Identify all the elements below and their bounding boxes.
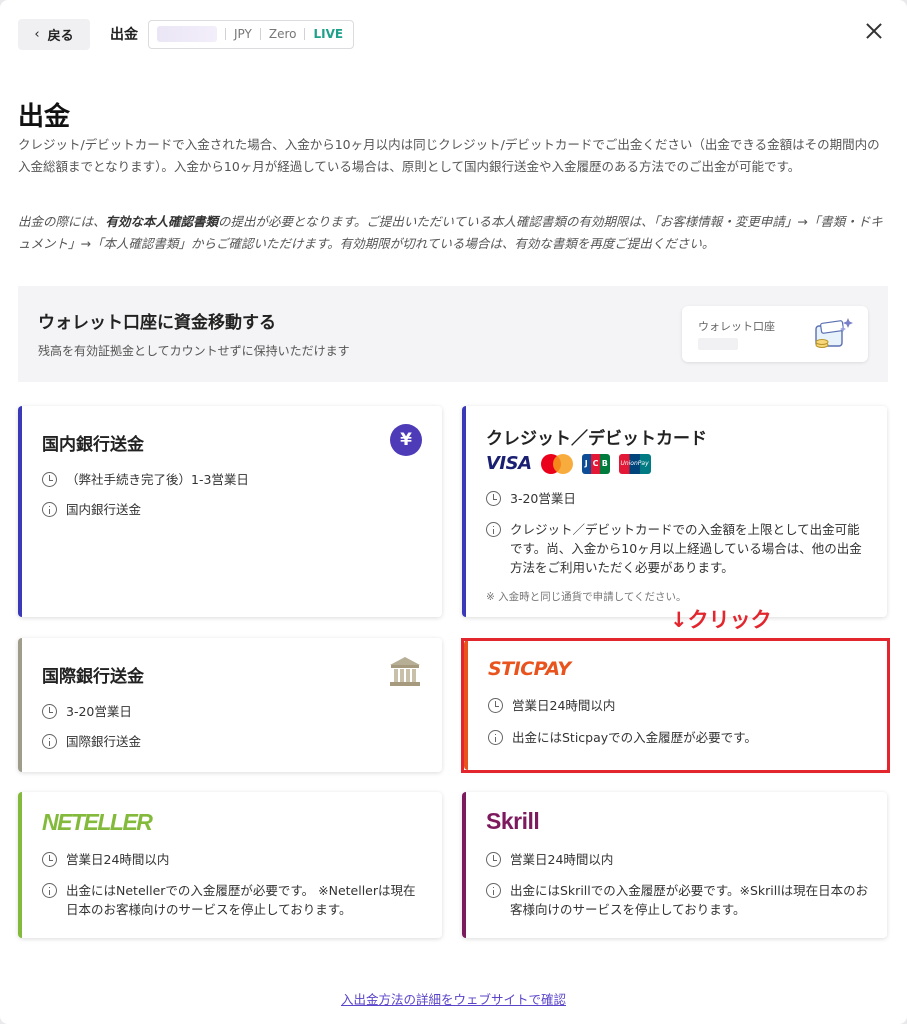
wallet-subtitle: 残高を有効証拠金としてカウントせずに保持いただけます — [38, 344, 350, 358]
info-icon — [486, 883, 501, 898]
clock-icon — [486, 852, 501, 867]
divider — [304, 28, 306, 40]
close-icon[interactable] — [863, 20, 885, 42]
mastercard-logo — [540, 453, 573, 474]
page-title: 出金 — [18, 102, 71, 132]
card-brand-logos: VISA JCB UnionPay — [486, 453, 651, 474]
clock-icon — [42, 704, 57, 719]
info-icon — [488, 730, 503, 745]
method-info-row: 国際銀行送金 — [42, 732, 424, 751]
skrill-logo: Skrill — [486, 808, 540, 834]
method-card-domestic-bank[interactable]: 国内銀行送金 ¥ （弊社手続き完了後）1-3営業日 国内銀行送金 — [18, 406, 442, 617]
divider — [259, 28, 261, 40]
method-card-neteller[interactable]: NETELLER 営業日24時間以内 出金にはNetellerでの入金履歴が必要… — [18, 792, 442, 938]
method-time-row: 3-20営業日 — [42, 702, 424, 721]
id-notice-text: 出金の際には、有効な本人確認書類の提出が必要となります。ご提出いただいている本人… — [18, 214, 883, 251]
jcb-logo: JCB — [581, 453, 610, 474]
yen-icon: ¥ — [390, 424, 422, 456]
click-annotation: ↓クリック — [670, 608, 772, 632]
sticpay-logo: STICPAY — [488, 658, 571, 680]
method-time-row: （弊社手続き完了後）1-3営業日 — [42, 470, 424, 489]
info-icon — [486, 522, 501, 537]
method-info-row: 出金にはSticpayでの入金履歴が必要です。 — [488, 728, 869, 747]
wallet-icon — [815, 318, 853, 348]
back-label: 戻る — [47, 28, 74, 44]
method-note: ※ 入金時と同じ通貨で申請してください。 — [486, 591, 687, 603]
clock-icon — [42, 852, 57, 867]
account-selector[interactable]: JPY Zero LIVE — [148, 19, 355, 49]
unionpay-logo: UnionPay — [618, 453, 651, 474]
wallet-title: ウォレット口座に資金移動する — [38, 313, 276, 333]
wallet-balance-redacted — [698, 338, 738, 350]
clock-icon — [488, 698, 503, 713]
wallet-transfer-banner[interactable]: ウォレット口座に資金移動する 残高を有効証拠金としてカウントせずに保持いただけま… — [18, 286, 888, 382]
method-title: クレジット／デビットカード — [486, 429, 707, 449]
method-info-row: 国内銀行送金 — [42, 500, 424, 519]
method-info-row: 出金にはNetellerでの入金履歴が必要です。 ※Netellerは現在日本の… — [42, 881, 424, 919]
account-status: LIVE — [313, 27, 344, 41]
id-notice-bold: 有効な本人確認書類 — [105, 214, 219, 229]
method-info-row: 出金にはSkrillでの入金履歴が必要です。※Skrillは現在日本のお客様向け… — [486, 881, 869, 919]
method-title: 国際銀行送金 — [42, 667, 144, 687]
method-time-row: 3-20営業日 — [486, 489, 869, 508]
back-button[interactable]: ‹ 戻る — [18, 18, 90, 50]
method-time-row: 営業日24時間以内 — [486, 850, 869, 869]
info-icon — [42, 502, 57, 517]
method-card-international-bank[interactable]: 国際銀行送金 3-20営業日 国際銀行送金 — [18, 638, 442, 772]
withdrawal-modal: ‹ 戻る 出金 JPY Zero LIVE 出金 クレジット/デビットカードで入… — [0, 0, 907, 1024]
details-link[interactable]: 入出金方法の詳細をウェブサイトで確認 — [0, 989, 907, 1008]
method-card-skrill[interactable]: Skrill 営業日24時間以内 出金にはSkrillでの入金履歴が必要です。※… — [462, 792, 887, 938]
method-time-row: 営業日24時間以内 — [488, 696, 869, 715]
info-icon — [42, 883, 57, 898]
top-bar: ‹ 戻る 出金 JPY Zero LIVE — [18, 18, 355, 50]
method-time-row: 営業日24時間以内 — [42, 850, 424, 869]
method-title: 国内銀行送金 — [42, 435, 144, 455]
account-currency: JPY — [234, 27, 252, 41]
method-card-credit-debit[interactable]: クレジット／デビットカード VISA JCB UnionPay 3-20営業日 … — [462, 406, 887, 617]
bank-icon — [390, 657, 420, 686]
wallet-card-label: ウォレット口座 — [698, 320, 775, 333]
account-number-redacted — [157, 26, 217, 42]
clock-icon — [486, 491, 501, 506]
account-type: Zero — [268, 27, 297, 41]
info-icon — [42, 734, 57, 749]
clock-icon — [42, 472, 57, 487]
visa-logo: VISA — [486, 453, 532, 474]
divider — [225, 28, 226, 40]
method-info-row: クレジット／デビットカードでの入金額を上限として出金可能です。尚、入金から10ヶ… — [486, 520, 869, 577]
neteller-logo: NETELLER — [42, 809, 153, 835]
chevron-left-icon: ‹ — [34, 26, 40, 42]
wallet-account-card[interactable]: ウォレット口座 — [682, 306, 868, 362]
intro-text: クレジット/デビットカードで入金された場合、入金から10ヶ月以内は同じクレジット… — [18, 137, 880, 174]
header-title: 出金 — [110, 27, 138, 43]
method-card-sticpay[interactable]: STICPAY 営業日24時間以内 出金にはSticpayでの入金履歴が必要です… — [464, 640, 887, 770]
